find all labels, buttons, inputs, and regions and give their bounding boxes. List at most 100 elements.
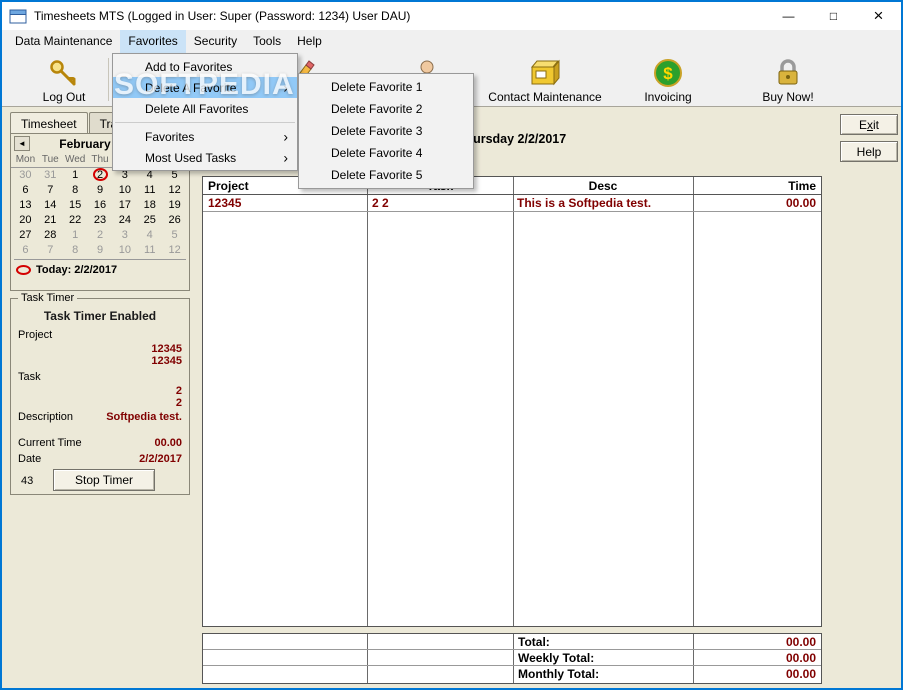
project-label: Project	[18, 329, 53, 341]
menu-item-delete-all-favorites[interactable]: Delete All Favorites	[113, 98, 297, 119]
menu-item-delete-favorite-3[interactable]: Delete Favorite 3	[299, 120, 473, 142]
menu-item-label: Delete Favorite 3	[331, 124, 423, 138]
maximize-icon: □	[829, 9, 838, 23]
calendar-day[interactable]: 10	[112, 183, 137, 198]
calendar-day[interactable]: 21	[38, 213, 63, 228]
weekly-total-row: Weekly Total: 00.00	[203, 650, 821, 666]
menu-item-add-to-favorites[interactable]: Add to Favorites	[113, 56, 297, 77]
menu-favorites[interactable]: Favorites	[120, 30, 186, 53]
calendar-day[interactable]: 12	[162, 183, 187, 198]
dollar-coin-icon: $	[598, 56, 738, 88]
menu-item-delete-favorite-4[interactable]: Delete Favorite 4	[299, 142, 473, 164]
calendar-week: 27 28 1 2 3 4 5	[11, 228, 189, 243]
monthly-total-label: Monthly Total:	[518, 667, 600, 681]
buy-now-button[interactable]: Buy Now!	[718, 56, 858, 104]
calendar-day[interactable]: 25	[137, 213, 162, 228]
cell-project: 12345	[208, 196, 242, 210]
calendar-day[interactable]: 23	[88, 213, 113, 228]
calendar-day[interactable]: 26	[162, 213, 187, 228]
close-button[interactable]: ×	[856, 2, 901, 30]
calendar-day[interactable]: 14	[38, 198, 63, 213]
task-timer-status: Task Timer Enabled	[43, 309, 157, 323]
calendar-day[interactable]: 7	[38, 243, 63, 258]
calendar-day[interactable]: 18	[137, 198, 162, 213]
card-file-icon	[475, 56, 615, 88]
maximize-button[interactable]: □	[811, 2, 856, 30]
timesheet-grid: Project Task Desc Time 12345 2 2 This is…	[202, 176, 822, 627]
calendar-today-row[interactable]: Today: 2/2/2017	[11, 260, 189, 279]
calendar-day[interactable]: 28	[38, 228, 63, 243]
column-header-desc: Desc	[588, 178, 618, 193]
column-header-time: Time	[788, 178, 816, 193]
calendar-day[interactable]: 5	[162, 228, 187, 243]
calendar-day[interactable]: 8	[63, 183, 88, 198]
invoicing-button[interactable]: $ Invoicing	[598, 56, 738, 104]
exit-button[interactable]: Exit	[840, 114, 898, 135]
calendar-day[interactable]: 3	[112, 228, 137, 243]
calendar-day[interactable]: 11	[137, 183, 162, 198]
left-arrow-icon: ◄	[18, 138, 26, 148]
menu-item-label: Delete Favorite 1	[331, 80, 423, 94]
calendar-day[interactable]: 30	[13, 168, 38, 183]
menu-item-delete-favorite-5[interactable]: Delete Favorite 5	[299, 164, 473, 186]
day-header: Thu	[91, 154, 109, 165]
contact-maintenance-button[interactable]: Contact Maintenance	[475, 56, 615, 104]
calendar-day[interactable]: 1	[63, 168, 88, 183]
cell-desc: This is a Softpedia test.	[517, 196, 652, 210]
calendar-day[interactable]: 7	[38, 183, 63, 198]
calendar-day[interactable]: 16	[88, 198, 113, 213]
calendar-day[interactable]: 13	[13, 198, 38, 213]
task-timer-group-label: Task Timer	[18, 292, 78, 304]
weekly-total-value: 00.00	[785, 650, 816, 665]
weekly-total-label: Weekly Total:	[518, 650, 595, 665]
minimize-button[interactable]: —	[766, 2, 811, 30]
calendar-day[interactable]: 19	[162, 198, 187, 213]
close-icon: ×	[873, 6, 884, 25]
calendar-prev-button[interactable]: ◄	[14, 136, 30, 151]
calendar-day[interactable]: 11	[137, 243, 162, 258]
minimize-icon: —	[782, 9, 795, 23]
app-window: Timesheets MTS (Logged in User: Super (P…	[0, 0, 903, 690]
menu-item-delete-favorite-1[interactable]: Delete Favorite 1	[299, 76, 473, 98]
calendar-day[interactable]: 9	[88, 183, 113, 198]
timer-counter: 43	[21, 475, 34, 487]
timesheet-row[interactable]: 12345 2 2 This is a Softpedia test. 00.0…	[203, 195, 821, 212]
calendar-day[interactable]: 1	[63, 228, 88, 243]
grid-column-line	[513, 177, 514, 626]
description-value: Softpedia test.	[106, 411, 182, 423]
stop-timer-button[interactable]: Stop Timer	[53, 469, 155, 491]
calendar-day-today[interactable]: 2	[88, 168, 113, 183]
delete-favorite-submenu: Delete Favorite 1 Delete Favorite 2 Dele…	[298, 73, 474, 189]
calendar-week: 6 7 8 9 10 11 12	[11, 183, 189, 198]
menu-item-delete-a-favorite[interactable]: Delete A Favorite ›	[113, 77, 297, 98]
current-time-label: Current Time	[18, 437, 82, 449]
menu-data-maintenance[interactable]: Data Maintenance	[7, 30, 120, 53]
menu-tools[interactable]: Tools	[245, 30, 289, 53]
calendar-day[interactable]: 10	[112, 243, 137, 258]
menu-item-label: Delete Favorite 5	[331, 168, 423, 182]
menu-item-most-used-tasks[interactable]: Most Used Tasks ›	[113, 147, 297, 168]
menu-item-delete-favorite-2[interactable]: Delete Favorite 2	[299, 98, 473, 120]
help-button[interactable]: Help	[840, 141, 898, 162]
submenu-arrow-icon: ›	[283, 127, 288, 144]
calendar-day[interactable]: 2	[88, 228, 113, 243]
calendar-day[interactable]: 20	[13, 213, 38, 228]
calendar-day[interactable]: 6	[13, 243, 38, 258]
menu-security[interactable]: Security	[186, 30, 245, 53]
calendar-day[interactable]: 24	[112, 213, 137, 228]
calendar-day[interactable]: 12	[162, 243, 187, 258]
tab-timesheet[interactable]: Timesheet	[10, 112, 88, 134]
menu-item-favorites[interactable]: Favorites ›	[113, 126, 297, 147]
calendar-day[interactable]: 27	[13, 228, 38, 243]
calendar-day[interactable]: 15	[63, 198, 88, 213]
calendar-day[interactable]: 9	[88, 243, 113, 258]
description-label: Description	[18, 411, 74, 423]
calendar-day[interactable]: 8	[63, 243, 88, 258]
menu-help[interactable]: Help	[289, 30, 330, 53]
day-header: Tue	[41, 154, 59, 165]
calendar-day[interactable]: 31	[38, 168, 63, 183]
calendar-day[interactable]: 17	[112, 198, 137, 213]
calendar-day[interactable]: 6	[13, 183, 38, 198]
calendar-day[interactable]: 22	[63, 213, 88, 228]
calendar-day[interactable]: 4	[137, 228, 162, 243]
